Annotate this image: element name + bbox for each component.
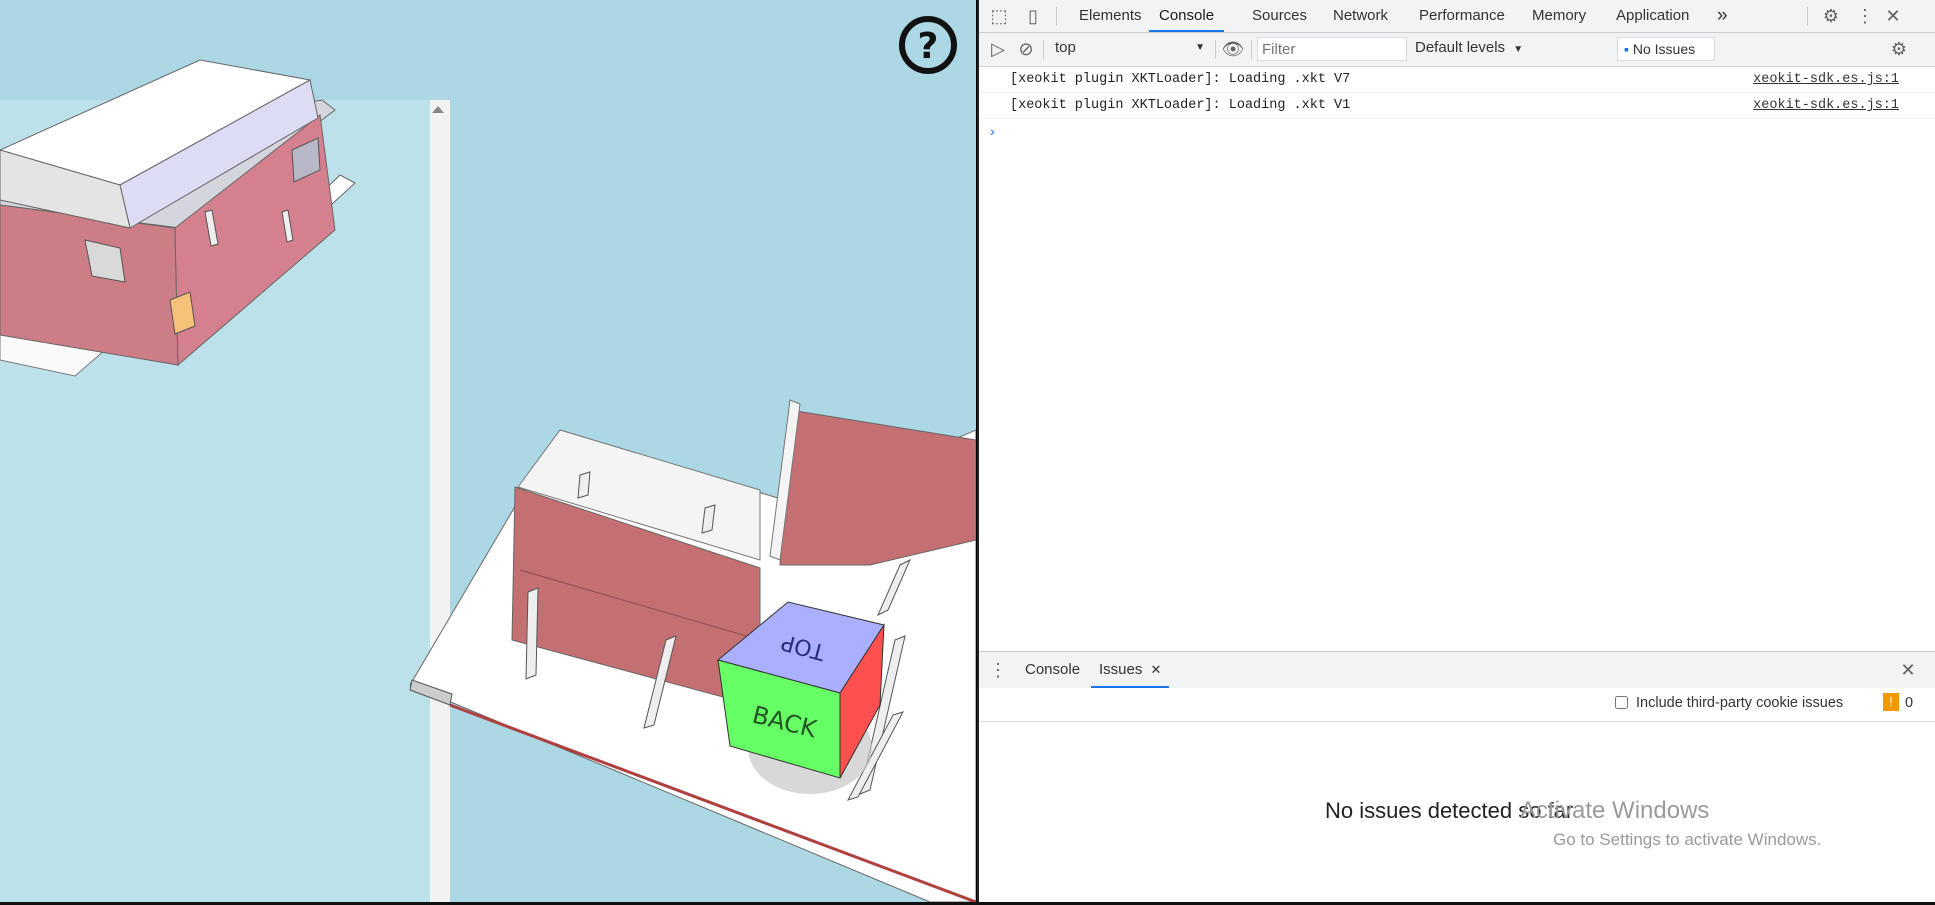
log-levels-label: Default levels xyxy=(1415,39,1506,56)
live-expression-eye-icon[interactable]: 👁 xyxy=(1221,39,1245,59)
message-text: [xeokit plugin XKTLoader]: Loading .xkt … xyxy=(1010,98,1351,113)
console-toolbar: ▷ ⊘ top ▼ 👁 Default levels ▼ ▪ No Issues… xyxy=(979,33,1935,67)
console-settings-icon[interactable]: ⚙ xyxy=(1889,39,1909,59)
third-party-label: Include third-party cookie issues xyxy=(1636,695,1844,711)
tab-application[interactable]: Application xyxy=(1616,0,1689,32)
building-model xyxy=(409,399,976,902)
issues-flag-icon: ▪ xyxy=(1624,41,1629,57)
console-message: [xeokit plugin XKTLoader]: Loading .xkt … xyxy=(979,67,1935,93)
context-selector[interactable]: top ▼ xyxy=(1049,37,1211,61)
console-message: [xeokit plugin XKTLoader]: Loading .xkt … xyxy=(979,93,1935,119)
drawer-tab-issues[interactable]: Issues ✕ xyxy=(1091,652,1170,688)
activate-windows-title: Activate Windows xyxy=(1520,797,1710,824)
issue-count: 0 xyxy=(1905,695,1914,711)
close-drawer-icon[interactable]: ✕ xyxy=(1899,660,1917,680)
message-source-link[interactable]: xeokit-sdk.es.js:1 xyxy=(1753,93,1899,118)
dropdown-arrow-icon: ▼ xyxy=(1195,42,1205,53)
issues-toolbar: Include third-party cookie issues ! 0 xyxy=(979,688,1935,722)
drawer-tab-console[interactable]: Console xyxy=(1025,652,1080,688)
issues-counter-button[interactable]: ▪ No Issues xyxy=(1617,37,1715,61)
more-options-icon[interactable]: ⋮ xyxy=(1855,6,1875,26)
warning-icon: ! xyxy=(1883,693,1899,711)
inspect-element-icon[interactable]: ⬚ xyxy=(989,6,1009,26)
console-message-list: [xeokit plugin XKTLoader]: Loading .xkt … xyxy=(979,67,1935,119)
clear-console-icon[interactable]: ⊘ xyxy=(1015,39,1037,59)
3d-viewer-canvas[interactable]: TOP BACK ? xyxy=(0,0,976,902)
tab-performance[interactable]: Performance xyxy=(1419,0,1505,32)
issues-tab-label: Issues xyxy=(1099,661,1143,678)
device-toggle-icon[interactable]: ▯ xyxy=(1023,6,1043,26)
console-prompt[interactable]: › xyxy=(990,123,995,139)
log-levels-dropdown[interactable]: Default levels ▼ xyxy=(1415,37,1525,61)
panel-scrollbar[interactable] xyxy=(430,100,450,902)
third-party-checkbox[interactable] xyxy=(1615,696,1628,709)
scene-svg[interactable]: TOP BACK ? xyxy=(0,0,976,902)
close-devtools-icon[interactable]: ✕ xyxy=(1883,6,1903,26)
drawer-tab-bar: ⋮ Console Issues ✕ ✕ xyxy=(979,651,1935,689)
tab-network[interactable]: Network xyxy=(1333,0,1388,32)
levels-arrow-icon: ▼ xyxy=(1513,44,1524,55)
help-circle-icon[interactable]: ? xyxy=(899,16,957,74)
issues-button-label: No Issues xyxy=(1632,41,1696,57)
activate-windows-subtitle: Go to Settings to activate Windows. xyxy=(1553,830,1822,849)
context-value: top xyxy=(1055,39,1076,56)
more-tabs-icon[interactable]: » xyxy=(1717,0,1728,32)
svg-text:?: ? xyxy=(918,26,939,67)
sidebar-toggle-icon[interactable]: ▷ xyxy=(987,39,1009,59)
message-text: [xeokit plugin XKTLoader]: Loading .xkt … xyxy=(1010,72,1351,87)
devtools-tab-bar: ⬚ ▯ Elements Console Sources Network Per… xyxy=(979,0,1935,33)
close-tab-icon[interactable]: ✕ xyxy=(1151,662,1162,677)
settings-gear-icon[interactable]: ⚙ xyxy=(1821,6,1841,26)
tab-sources[interactable]: Sources xyxy=(1252,0,1307,32)
message-source-link[interactable]: xeokit-sdk.es.js:1 xyxy=(1753,67,1899,92)
tab-memory[interactable]: Memory xyxy=(1532,0,1586,32)
devtools-panel: ⬚ ▯ Elements Console Sources Network Per… xyxy=(977,0,1935,902)
console-filter-input[interactable] xyxy=(1257,37,1407,61)
tab-elements[interactable]: Elements xyxy=(1079,0,1142,32)
drawer-menu-icon[interactable]: ⋮ xyxy=(989,660,1007,680)
tab-console[interactable]: Console xyxy=(1149,0,1225,32)
